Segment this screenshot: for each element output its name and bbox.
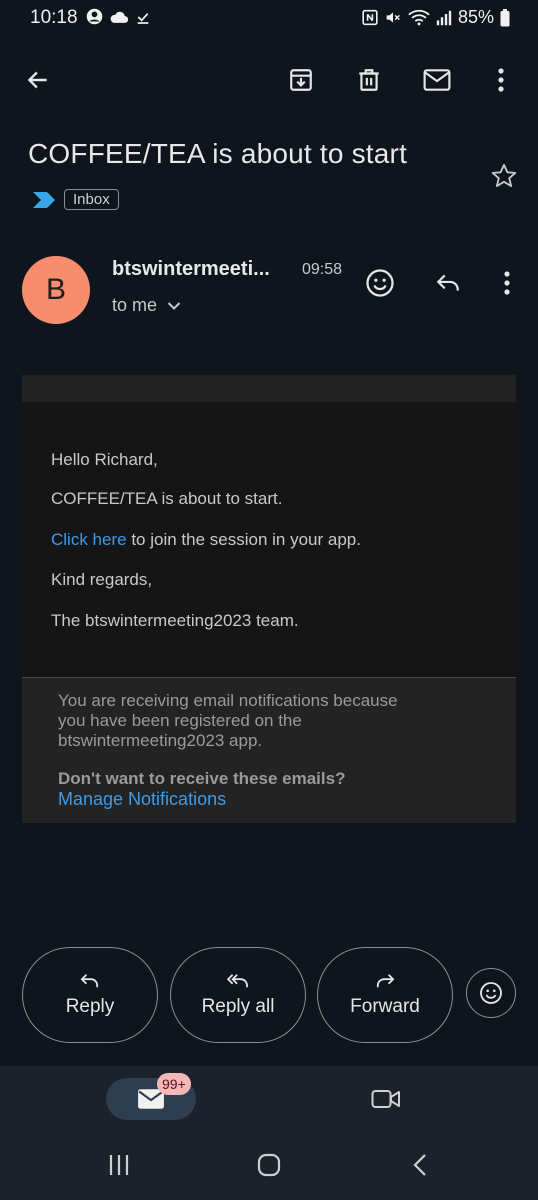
reply-label: Reply [65, 996, 115, 1017]
nfc-icon [362, 9, 378, 26]
signal-icon [436, 10, 452, 26]
more-vert-icon [498, 68, 504, 92]
click-here-link[interactable]: Click here [51, 530, 127, 549]
archive-button[interactable] [279, 58, 323, 102]
closing-text: Kind regards, [51, 570, 153, 589]
manage-notifications-link[interactable]: Manage Notifications [58, 789, 226, 810]
unread-badge: 99+ [157, 1073, 191, 1095]
body-line: COFFEE/TEA is about to start. [51, 489, 283, 508]
download-done-icon [135, 9, 151, 25]
reply-icon-button[interactable] [426, 261, 470, 305]
footer-line: btswintermeeting2023 app. [58, 731, 263, 750]
reply-all-button[interactable]: Reply all [170, 947, 306, 1043]
cloud-icon [109, 10, 129, 24]
account-circle-icon [86, 8, 103, 25]
mark-unread-button[interactable] [415, 58, 459, 102]
status-bar: 10:18 85% [0, 0, 538, 36]
bottom-navigation [0, 1066, 538, 1130]
wifi-icon [408, 9, 430, 26]
mark-unread-icon [423, 67, 451, 93]
unsubscribe-question: Don't want to receive these emails? [58, 769, 346, 788]
add-reaction-button[interactable] [358, 261, 402, 305]
home-button[interactable] [247, 1143, 291, 1187]
label-row: Inbox [32, 189, 119, 210]
message-more-button[interactable] [485, 261, 529, 305]
star-button[interactable] [482, 154, 526, 198]
recipient-details-toggle[interactable]: to me [112, 295, 181, 316]
star-icon [490, 162, 518, 190]
chevron-down-icon [167, 301, 181, 311]
inbox-label-chip[interactable]: Inbox [64, 189, 119, 210]
home-icon [257, 1153, 281, 1177]
footer-line: you have been registered on the [58, 711, 302, 730]
status-time: 10:18 [30, 7, 78, 28]
reply-all-label: Reply all [201, 996, 275, 1017]
video-camera-icon [371, 1088, 401, 1110]
greeting-text: Hello Richard, [51, 450, 158, 469]
forward-label: Forward [350, 996, 420, 1017]
sender-avatar[interactable]: B [22, 256, 90, 324]
reply-all-icon [225, 972, 251, 990]
more-vert-icon [504, 271, 510, 295]
delete-button[interactable] [347, 58, 391, 102]
email-header-strip [22, 375, 516, 402]
email-subject: COFFEE/TEA is about to start [28, 138, 408, 169]
join-session-line: Click here to join the session in your a… [51, 530, 361, 550]
footer-line: You are receiving email notifications be… [58, 691, 398, 710]
mute-icon [384, 9, 402, 26]
signature-text: The btswintermeeting2023 team. [51, 611, 299, 630]
emoji-icon [479, 981, 503, 1005]
reply-icon [79, 972, 101, 990]
importance-marker-icon[interactable] [32, 191, 56, 209]
forward-button[interactable]: Forward [317, 947, 453, 1043]
email-time: 09:58 [302, 261, 343, 278]
more-options-button[interactable] [479, 58, 523, 102]
back-button[interactable] [16, 58, 60, 102]
emoji-icon [365, 268, 395, 298]
reply-icon [434, 270, 462, 296]
meet-tab[interactable] [364, 1077, 408, 1121]
react-emoji-button[interactable] [466, 968, 516, 1018]
archive-icon [288, 67, 314, 93]
battery-icon [500, 8, 510, 27]
recent-apps-button[interactable] [97, 1143, 141, 1187]
chevron-left-icon [412, 1153, 428, 1177]
system-back-button[interactable] [398, 1143, 442, 1187]
recipient-label: to me [112, 295, 158, 315]
status-left-icons [86, 8, 151, 25]
sender-name[interactable]: btswintermeeti... [112, 258, 270, 281]
delete-icon [356, 67, 382, 93]
recent-apps-icon [107, 1154, 131, 1176]
back-arrow-icon [25, 67, 51, 93]
battery-percent: 85% [457, 7, 494, 27]
status-right: 85% [362, 7, 510, 28]
forward-icon [374, 972, 396, 990]
reply-button[interactable]: Reply [22, 947, 158, 1043]
join-session-text: to join the session in your app. [126, 530, 361, 549]
